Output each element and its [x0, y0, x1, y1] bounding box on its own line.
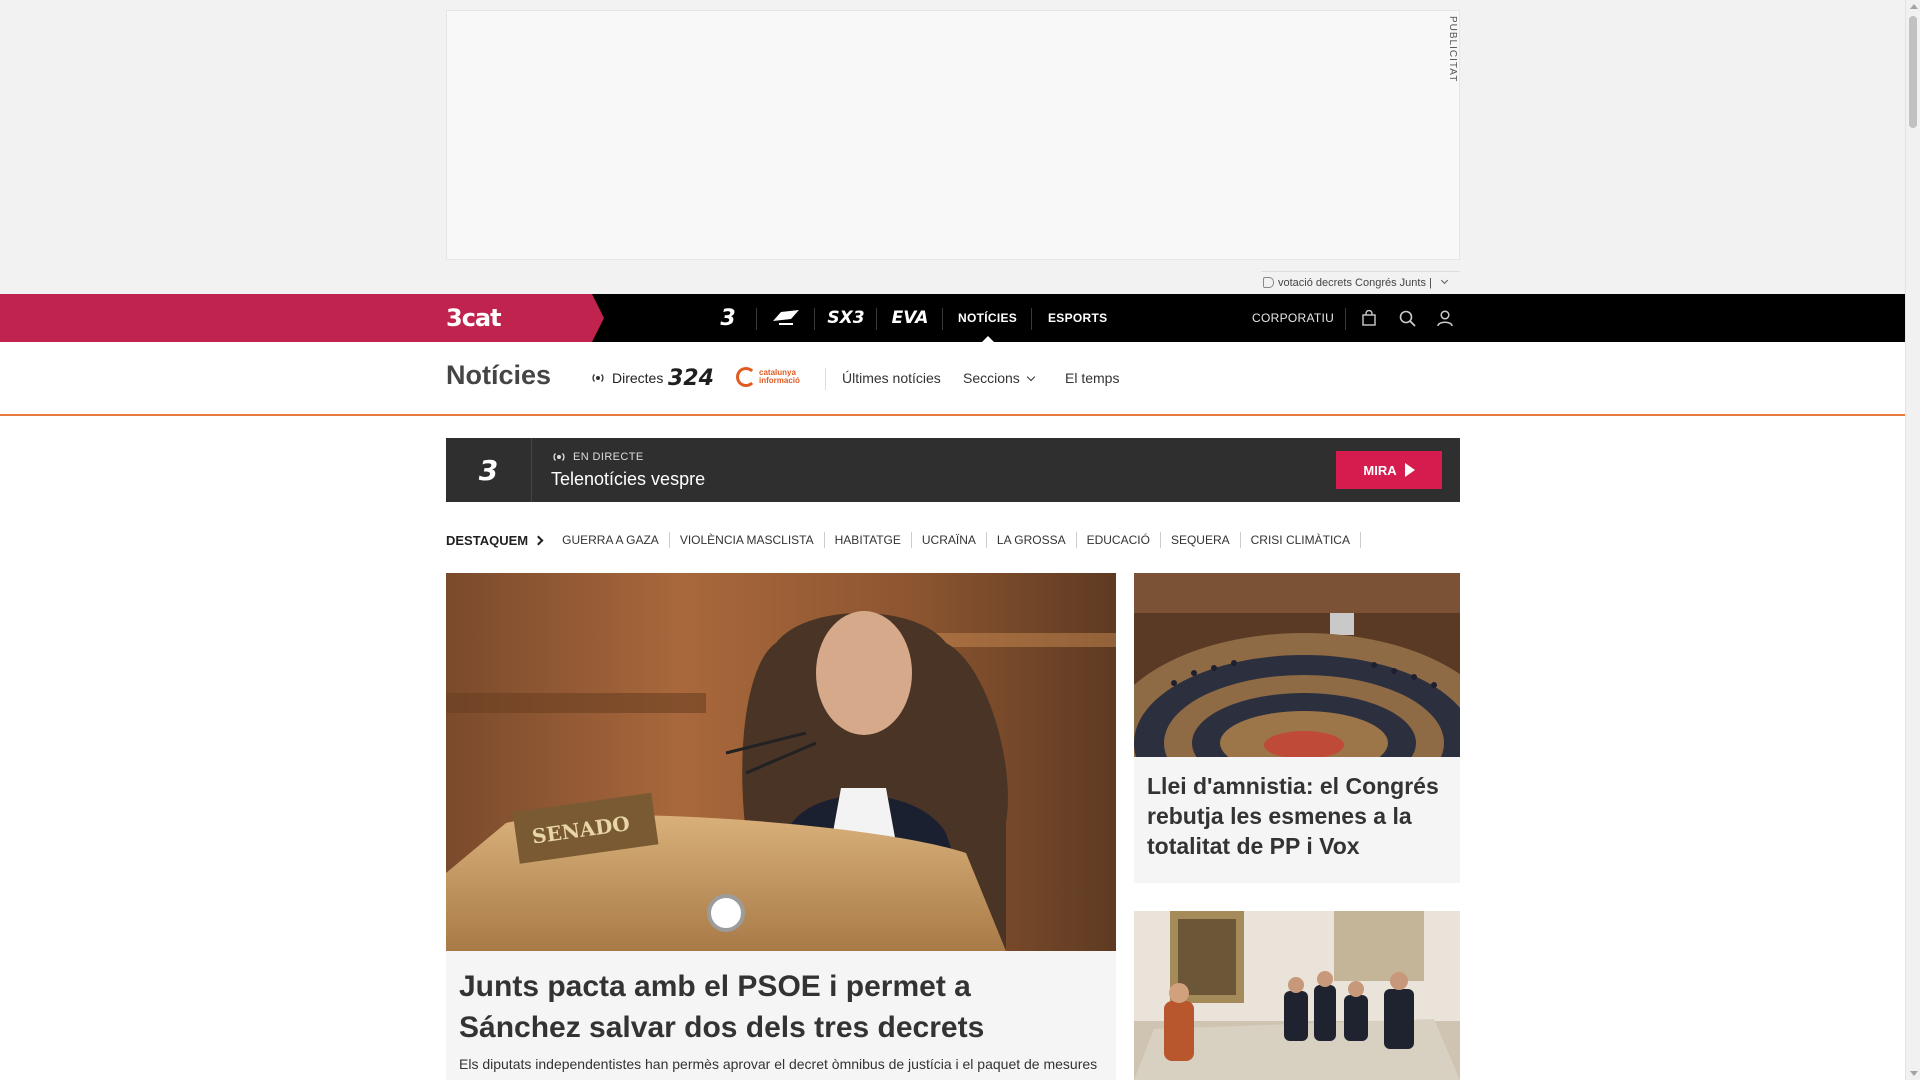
live-broadcast-icon: [553, 453, 565, 461]
channel-eva[interactable]: EVA: [888, 294, 932, 342]
nav-divider: [1031, 308, 1032, 330]
main-story-card[interactable]: Junts pacta amb el PSOE i permet a Sánch…: [446, 951, 1116, 1080]
destaquem-bar: DESTAQUEM GUERRA A GAZA VIOLÈNCIA MASCLI…: [446, 530, 1361, 550]
brand-band: [0, 294, 604, 342]
page-scrollbar[interactable]: [1905, 0, 1920, 1080]
side-story-card[interactable]: Llei d'amnistia: el Congrés rebutja les …: [1134, 757, 1460, 883]
side-story-image[interactable]: [1134, 573, 1460, 757]
topic-link[interactable]: VIOLÈNCIA MASCLISTA: [670, 532, 825, 548]
topic-link[interactable]: LA GROSSA: [987, 532, 1077, 548]
mira-label: MIRA: [1363, 462, 1397, 478]
mira-button[interactable]: MIRA: [1336, 451, 1442, 489]
logo-324-text: 324: [668, 365, 714, 391]
user-icon[interactable]: [1435, 308, 1455, 328]
topic-link[interactable]: UCRAÏNA: [912, 532, 987, 548]
live-label: EN DIRECTE: [551, 451, 644, 463]
logo-324[interactable]: 324: [668, 365, 714, 391]
side-story-title[interactable]: Llei d'amnistia: el Congrés rebutja les …: [1147, 771, 1447, 861]
live-program-title: Telenotícies vespre: [551, 469, 706, 489]
nav-corporatiu[interactable]: CORPORATIU: [1252, 294, 1334, 342]
ci-logo-icon: [736, 367, 756, 387]
chevron-right-icon: [533, 535, 544, 545]
section-header: Notícies Directes 324 catalunya informac…: [0, 342, 1905, 416]
ad-tag-text: votació decrets Congrés Junts |: [1278, 276, 1432, 289]
side-story-image-2[interactable]: [1134, 911, 1460, 1080]
ad-zone: PUBLICITAT votació decrets Congrés Junts…: [0, 0, 1905, 294]
topic-link[interactable]: SEQUERA: [1161, 532, 1241, 548]
main-story-subtitle: Els diputats independentistes han permès…: [459, 1056, 1098, 1072]
utility-divider: [1345, 308, 1346, 330]
main-story-title[interactable]: Junts pacta amb el PSOE i permet a Sánch…: [459, 966, 1099, 1048]
ci-logo-text: catalunya informació: [759, 369, 800, 385]
destaquem-heading[interactable]: DESTAQUEM: [446, 532, 544, 548]
play-icon: [1404, 463, 1415, 477]
logo-catalunya-informacio[interactable]: catalunya informació: [736, 367, 800, 387]
channel-divider: [756, 308, 757, 330]
destaquem-heading-text: DESTAQUEM: [446, 532, 529, 548]
live-broadcast-icon: [592, 374, 604, 382]
directes-link[interactable]: Directes: [590, 370, 663, 386]
brand-logo[interactable]: 3cat: [446, 304, 502, 332]
seccions-label: Seccions: [963, 370, 1020, 386]
page-title[interactable]: Notícies: [446, 360, 551, 391]
live-label-text: EN DIRECTE: [573, 451, 644, 463]
shopping-bag-icon[interactable]: [1359, 308, 1379, 328]
channel-divider: [942, 308, 943, 330]
link-ultimes-noticies[interactable]: Últimes notícies: [842, 370, 941, 386]
section-divider: [825, 368, 826, 390]
link-seccions[interactable]: Seccions: [963, 370, 1036, 386]
scroll-down-icon[interactable]: [1910, 1071, 1918, 1076]
top-nav: 3cat 3 SX3 EVA NOTÍCIES ESPORTS CORPORAT…: [0, 294, 1905, 342]
ad-label: PUBLICITAT: [1447, 16, 1458, 83]
nav-noticies[interactable]: NOTÍCIES: [958, 294, 1017, 342]
main-story-image[interactable]: SENADO: [446, 573, 1116, 951]
topic-link[interactable]: CRISI CLIMÀTICA: [1241, 532, 1361, 548]
topic-link[interactable]: GUERRA A GAZA: [552, 532, 670, 548]
search-icon[interactable]: [1397, 308, 1417, 328]
scroll-up-icon[interactable]: [1910, 4, 1918, 9]
directes-label: Directes: [612, 370, 664, 386]
ad-banner[interactable]: [446, 10, 1460, 260]
channel-catradio[interactable]: [770, 294, 802, 342]
channel-tv3[interactable]: 3: [712, 294, 744, 342]
channel-divider: [876, 308, 877, 330]
link-el-temps[interactable]: El temps: [1065, 370, 1119, 386]
topic-link[interactable]: EDUCACIÓ: [1077, 532, 1161, 548]
channel-sx3[interactable]: SX3: [826, 294, 866, 342]
live-bar[interactable]: 3 EN DIRECTE Telenotícies vespre MIRA: [446, 438, 1460, 502]
scrollbar-thumb[interactable]: [1909, 16, 1917, 128]
channel-divider: [814, 308, 815, 330]
catradio-icon: [773, 310, 799, 325]
chevron-down-icon: [1026, 372, 1036, 382]
ad-tag[interactable]: votació decrets Congrés Junts |: [1261, 271, 1460, 293]
tag-icon: [1263, 277, 1274, 288]
ci-line2: informació: [759, 376, 800, 385]
chevron-down-icon: [1440, 276, 1448, 285]
nav-esports[interactable]: ESPORTS: [1048, 294, 1107, 342]
live-channel-logo: 3: [446, 438, 532, 502]
topic-link[interactable]: HABITATGE: [825, 532, 912, 548]
